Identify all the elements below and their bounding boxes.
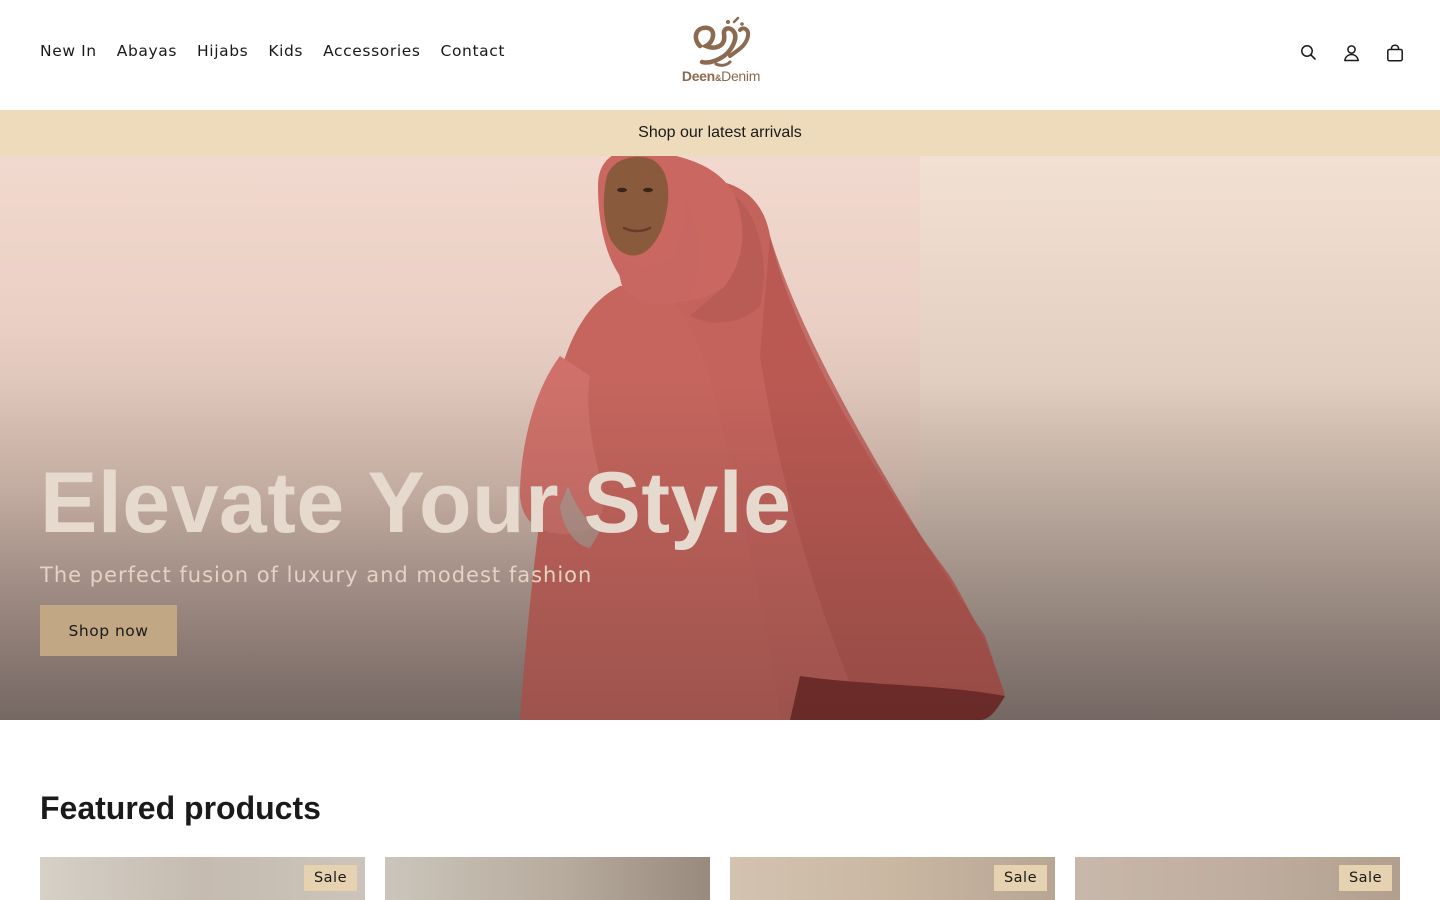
product-card[interactable]: Sale xyxy=(730,857,1055,900)
sale-badge: Sale xyxy=(993,865,1047,891)
hero-shade-overlay xyxy=(0,156,1440,720)
header-icons xyxy=(1299,43,1404,62)
announcement-bar[interactable]: Shop our latest arrivals xyxy=(0,110,1440,156)
sale-badge-label: Sale xyxy=(1003,870,1037,886)
site-header: New In Abayas Hijabs Kids Accessories Co… xyxy=(0,0,1440,110)
product-card[interactable] xyxy=(385,857,710,900)
logo-wordmark-deen: Deen xyxy=(681,68,715,84)
nav-item-hijabs[interactable]: Hijabs xyxy=(197,42,248,60)
nav-item-contact[interactable]: Contact xyxy=(441,42,506,60)
hero-banner: Elevate Your Style The perfect fusion of… xyxy=(0,156,1440,720)
logo-wordmark-denim: Denim xyxy=(721,68,761,84)
shop-now-button-label: Shop now xyxy=(68,621,149,640)
account-icon[interactable] xyxy=(1342,43,1361,62)
nav-item-new-in[interactable]: New In xyxy=(40,42,97,60)
brand-logo[interactable]: Deen&Denim xyxy=(680,16,762,94)
search-icon[interactable] xyxy=(1299,43,1318,62)
announcement-text: Shop our latest arrivals xyxy=(638,124,802,141)
product-card[interactable]: Sale xyxy=(40,857,365,900)
logo-wordmark: Deen&Denim xyxy=(680,68,762,84)
product-card[interactable]: Sale xyxy=(1075,857,1400,900)
featured-products-heading: Featured products xyxy=(40,790,321,826)
main-nav: New In Abayas Hijabs Kids Accessories Co… xyxy=(40,42,505,60)
nav-item-abayas[interactable]: Abayas xyxy=(117,42,177,60)
logo-calligraphy-icon xyxy=(693,16,751,67)
hero-subtitle: The perfect fusion of luxury and modest … xyxy=(40,563,593,587)
sale-badge: Sale xyxy=(303,865,357,891)
product-grid: Sale Sale Sale xyxy=(40,857,1400,900)
sale-badge: Sale xyxy=(1338,865,1392,891)
hero-title: Elevate Your Style xyxy=(40,455,792,551)
nav-item-kids[interactable]: Kids xyxy=(268,42,303,60)
sale-badge-label: Sale xyxy=(1348,870,1382,886)
cart-icon[interactable] xyxy=(1385,43,1404,62)
sale-badge-label: Sale xyxy=(313,870,347,886)
nav-item-accessories[interactable]: Accessories xyxy=(323,42,420,60)
shop-now-button[interactable]: Shop now xyxy=(40,605,177,656)
